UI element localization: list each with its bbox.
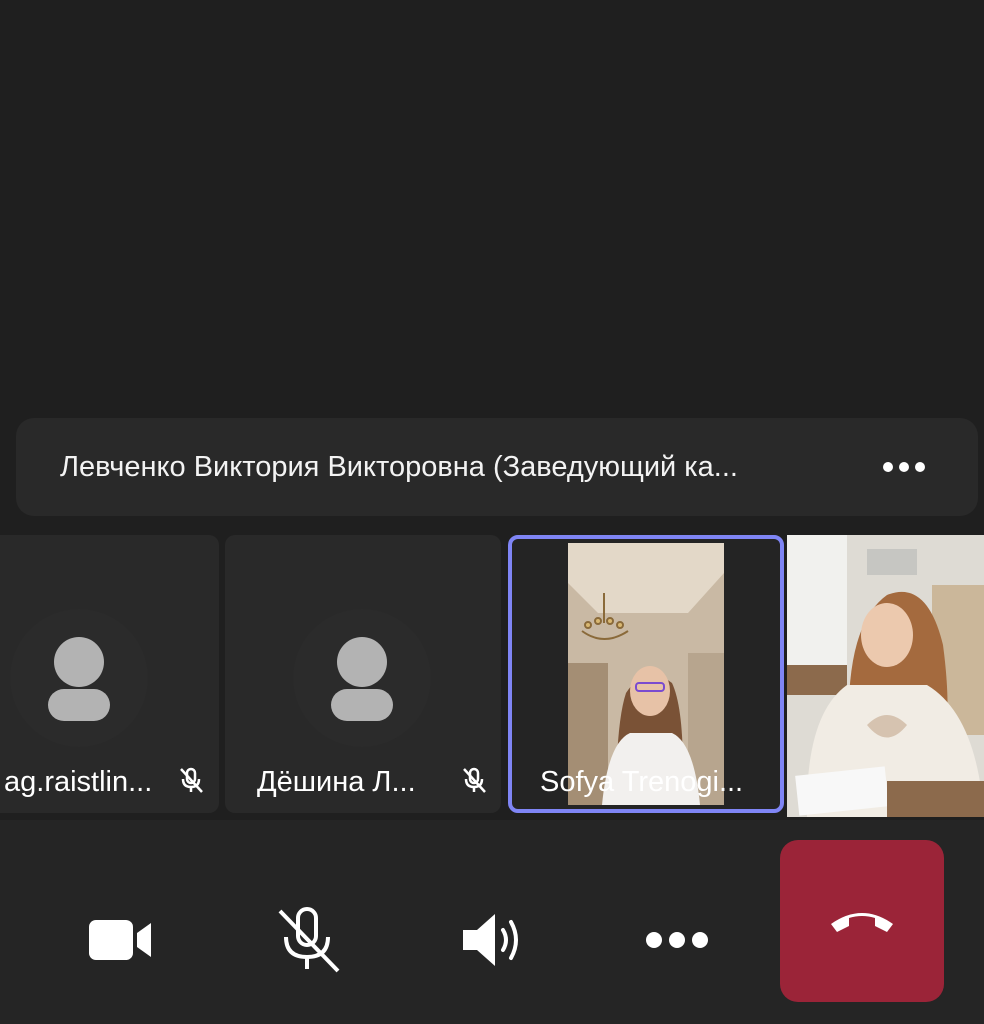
speaker-icon [463,914,518,966]
avatar-body [331,689,393,721]
call-controls [0,820,984,1024]
avatar-body [48,689,110,721]
more-dot [883,462,893,472]
hang-up-button[interactable] [780,840,944,1002]
avatar [10,609,148,747]
presenter-bar[interactable]: Левченко Виктория Викторовна (Заведующий… [16,418,978,516]
more-dot [899,462,909,472]
presenter-more-button[interactable] [874,448,934,486]
main-video-stage [0,0,984,418]
camera-button[interactable] [80,900,160,980]
mic-off-icon [278,907,340,973]
participant-tile[interactable]: Дёшина Л... [225,535,501,813]
more-options-button[interactable] [637,900,717,980]
more-icon [646,932,708,948]
hang-up-icon [831,913,893,932]
participant-name: ag.raistlin... [4,766,153,798]
mic-toggle-button[interactable] [267,900,347,980]
participant-name: Sofya Trenogi... [540,766,744,798]
participant-tile-active[interactable]: Sofya Trenogi... [508,535,784,813]
mic-off-icon [180,767,203,793]
camera-icon [89,920,151,960]
speaker-button[interactable] [452,900,532,980]
presenter-name: Левченко Виктория Викторовна (Заведующий… [60,451,738,483]
avatar [293,609,431,747]
participant-tile[interactable]: ag.raistlin... [0,535,219,813]
self-view-tile[interactable] [787,535,984,817]
self-view-video [787,535,984,817]
avatar-head [54,637,104,687]
participant-name: Дёшина Л... [257,766,416,798]
more-dot [915,462,925,472]
avatar-head [337,637,387,687]
mic-off-icon [463,767,486,793]
